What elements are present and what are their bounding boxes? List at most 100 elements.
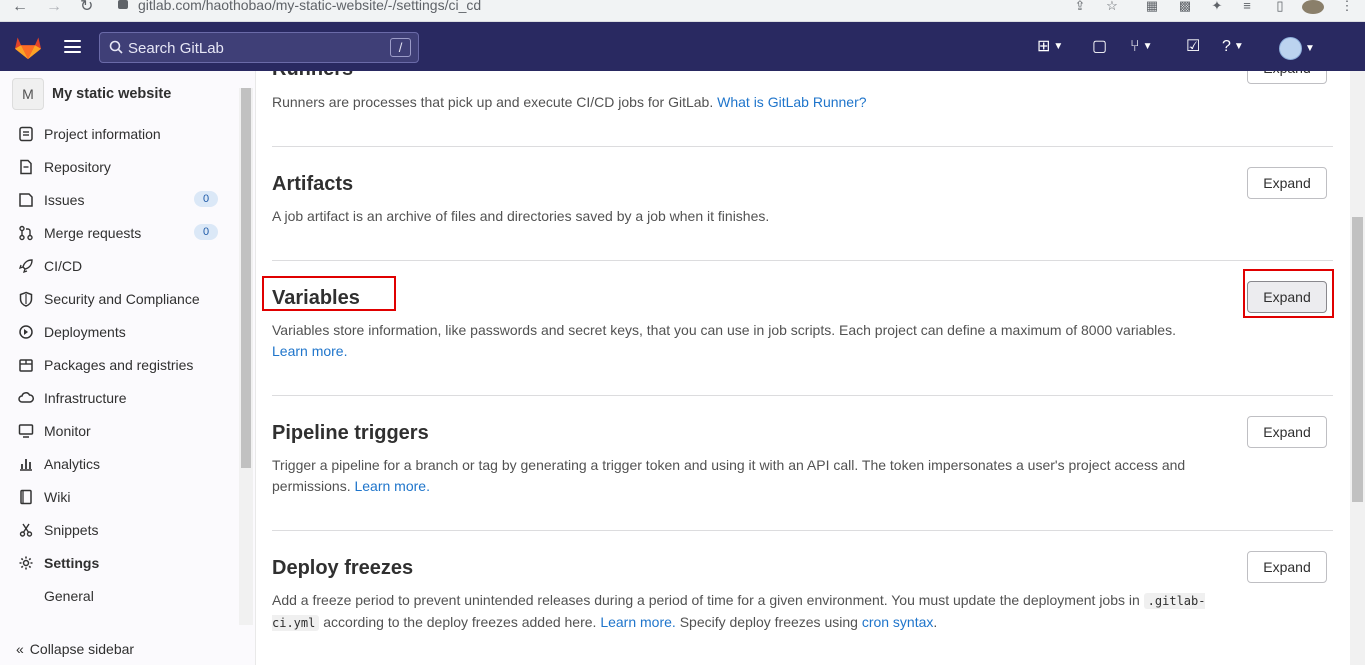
playlist-icon[interactable]: ≡ bbox=[1240, 0, 1254, 12]
back-icon[interactable]: ← bbox=[12, 0, 28, 15]
plus-square-icon: ⊞ bbox=[1037, 38, 1051, 55]
sidebar-item-label: Infrastructure bbox=[44, 390, 127, 406]
sidebar-item-label: CI/CD bbox=[44, 258, 83, 274]
sidebar-item-label: Project information bbox=[44, 126, 161, 142]
book-icon bbox=[20, 489, 32, 505]
artifacts-expand-button[interactable]: Expand bbox=[1247, 167, 1327, 199]
sidebar-item-project-information[interactable]: Project information bbox=[18, 122, 223, 146]
share-icon[interactable]: ⇪ bbox=[1073, 0, 1087, 12]
issues-count-badge: 0 bbox=[194, 191, 218, 207]
page-scrollbar[interactable] bbox=[1350, 71, 1365, 665]
section-description-text: . bbox=[933, 614, 938, 630]
star-icon[interactable]: ☆ bbox=[1105, 0, 1119, 12]
url-text: gitlab.com/haothobao/my-static-website/-… bbox=[138, 0, 482, 13]
section-description: Add a freeze period to prevent unintende… bbox=[272, 590, 1217, 634]
issues-nav-icon[interactable]: ▢ bbox=[1092, 37, 1107, 57]
calendar-extension-icon[interactable]: ▦ bbox=[1145, 0, 1159, 12]
create-new-button[interactable]: ⊞ ▼ bbox=[1037, 37, 1063, 57]
package-icon bbox=[19, 359, 33, 372]
top-navbar: Search GitLab / ⊞ ▼ ▢ ⑂ ▼ ☑ ? ▼ ▼ bbox=[0, 22, 1365, 71]
sidebar-item-infrastructure[interactable]: Infrastructure bbox=[18, 386, 223, 410]
sidebar-item-packages-and-registries[interactable]: Packages and registries bbox=[18, 353, 223, 377]
variables-expand-highlight-box bbox=[1243, 269, 1334, 318]
deploy-freezes-expand-button[interactable]: Expand bbox=[1247, 551, 1327, 583]
project-sidebar: M My static website Project information … bbox=[0, 71, 256, 665]
sidebar-item-security-and-compliance[interactable]: Security and Compliance bbox=[18, 287, 223, 311]
chrome-menu-icon[interactable]: ⋮ bbox=[1340, 0, 1354, 12]
sidebar-item-label: Merge requests bbox=[44, 225, 142, 241]
gitlab-logo-icon[interactable] bbox=[14, 34, 42, 60]
section-title: Pipeline triggers bbox=[272, 422, 429, 444]
section-description: Variables store information, like passwo… bbox=[272, 320, 1192, 362]
sidebar-item-merge-requests[interactable]: Merge requests 0 bbox=[18, 221, 223, 245]
variables-title-highlight-box bbox=[262, 276, 396, 311]
sidebar-item-monitor[interactable]: Monitor bbox=[18, 419, 223, 443]
search-icon bbox=[109, 40, 123, 54]
collapse-sidebar-button[interactable]: « Collapse sidebar bbox=[16, 641, 134, 657]
what-is-gitlab-runner-link[interactable]: What is GitLab Runner? bbox=[717, 94, 866, 110]
qr-extension-icon[interactable]: ▩ bbox=[1178, 0, 1192, 12]
sidebar-scrollbar[interactable] bbox=[239, 88, 253, 625]
search-shortcut-hint: / bbox=[390, 38, 411, 57]
sidebar-scrollbar-thumb[interactable] bbox=[241, 88, 251, 468]
section-runners: Runners Runners are processes that pick … bbox=[272, 71, 1333, 146]
sidebar-item-label: Monitor bbox=[44, 423, 91, 439]
menu-icon[interactable] bbox=[64, 40, 81, 53]
reload-icon[interactable]: ↻ bbox=[80, 0, 93, 15]
section-title: Runners bbox=[272, 71, 353, 81]
pipeline-triggers-expand-button[interactable]: Expand bbox=[1247, 416, 1327, 448]
sidebar-subitem-general[interactable]: General bbox=[44, 588, 94, 604]
doc-icon bbox=[20, 159, 32, 175]
rocket-icon bbox=[18, 259, 33, 274]
chevron-down-icon: ▼ bbox=[1053, 41, 1064, 52]
runners-expand-button[interactable]: Expand bbox=[1247, 71, 1327, 84]
section-description: A job artifact is an archive of files an… bbox=[272, 208, 770, 224]
sidebar-item-snippets[interactable]: Snippets bbox=[18, 518, 223, 542]
puzzle-icon[interactable]: ✦ bbox=[1210, 0, 1224, 12]
page-scrollbar-thumb[interactable] bbox=[1352, 217, 1363, 502]
sidebar-item-repository[interactable]: Repository bbox=[18, 155, 223, 179]
collapse-sidebar-label: Collapse sidebar bbox=[29, 641, 135, 657]
sidebar-item-wiki[interactable]: Wiki bbox=[18, 485, 223, 509]
browser-toolbar: ← → ↻ gitlab.com/haothobao/my-static-web… bbox=[0, 0, 1365, 22]
section-deploy-freezes: Deploy freezes Add a freeze period to pr… bbox=[272, 530, 1333, 665]
section-pipeline-triggers: Pipeline triggers Trigger a pipeline for… bbox=[272, 395, 1333, 530]
sidebar-item-label: Wiki bbox=[44, 489, 71, 505]
sidebar-item-label: Packages and registries bbox=[44, 357, 194, 373]
merge-requests-nav-button[interactable]: ⑂ ▼ bbox=[1130, 37, 1153, 57]
sidebar-item-cicd[interactable]: CI/CD bbox=[18, 254, 223, 278]
section-description-text: Add a freeze period to prevent unintende… bbox=[272, 592, 1140, 608]
scissors-icon bbox=[19, 523, 33, 537]
user-menu-button[interactable]: ▼ bbox=[1279, 37, 1315, 60]
chevron-down-icon: ▼ bbox=[1305, 42, 1315, 54]
cron-syntax-link[interactable]: cron syntax bbox=[862, 614, 934, 630]
sidebar-item-analytics[interactable]: Analytics bbox=[18, 452, 223, 476]
deploy-freezes-learn-more-link[interactable]: Learn more. bbox=[600, 614, 675, 630]
sidebar-item-deployments[interactable]: Deployments bbox=[18, 320, 223, 344]
address-bar[interactable]: gitlab.com/haothobao/my-static-website/-… bbox=[118, 0, 481, 13]
merge-request-icon: ⑂ bbox=[1130, 38, 1140, 55]
sidebar-item-settings[interactable]: Settings bbox=[18, 551, 223, 575]
sidebar-item-issues[interactable]: Issues 0 bbox=[18, 188, 223, 212]
profile-avatar[interactable] bbox=[1302, 0, 1324, 14]
main-content: Runners Runners are processes that pick … bbox=[257, 71, 1350, 665]
lock-icon bbox=[118, 0, 128, 9]
sidepanel-icon[interactable]: ▯ bbox=[1273, 0, 1287, 12]
section-description-text: Specify deploy freezes using bbox=[679, 614, 858, 630]
info-icon bbox=[19, 126, 33, 142]
chevron-down-icon: ▼ bbox=[1142, 41, 1153, 52]
todos-nav-icon[interactable]: ☑ bbox=[1186, 37, 1200, 57]
sidebar-item-label: Snippets bbox=[44, 522, 99, 538]
section-description: Trigger a pipeline for a branch or tag b… bbox=[272, 455, 1237, 497]
pipeline-triggers-learn-more-link[interactable]: Learn more. bbox=[354, 478, 429, 494]
variables-learn-more-link[interactable]: Learn more. bbox=[272, 343, 347, 359]
section-description-text: Runners are processes that pick up and e… bbox=[272, 94, 714, 110]
forward-icon[interactable]: → bbox=[46, 0, 62, 15]
chart-icon bbox=[20, 459, 32, 471]
help-nav-button[interactable]: ? ▼ bbox=[1222, 37, 1244, 57]
search-input[interactable]: Search GitLab / bbox=[99, 32, 419, 63]
section-description-text: Variables store information, like passwo… bbox=[272, 322, 1176, 338]
sidebar-item-label: Analytics bbox=[44, 456, 101, 472]
sidebar-item-label: Security and Compliance bbox=[44, 291, 200, 307]
section-title: Deploy freezes bbox=[272, 557, 414, 579]
